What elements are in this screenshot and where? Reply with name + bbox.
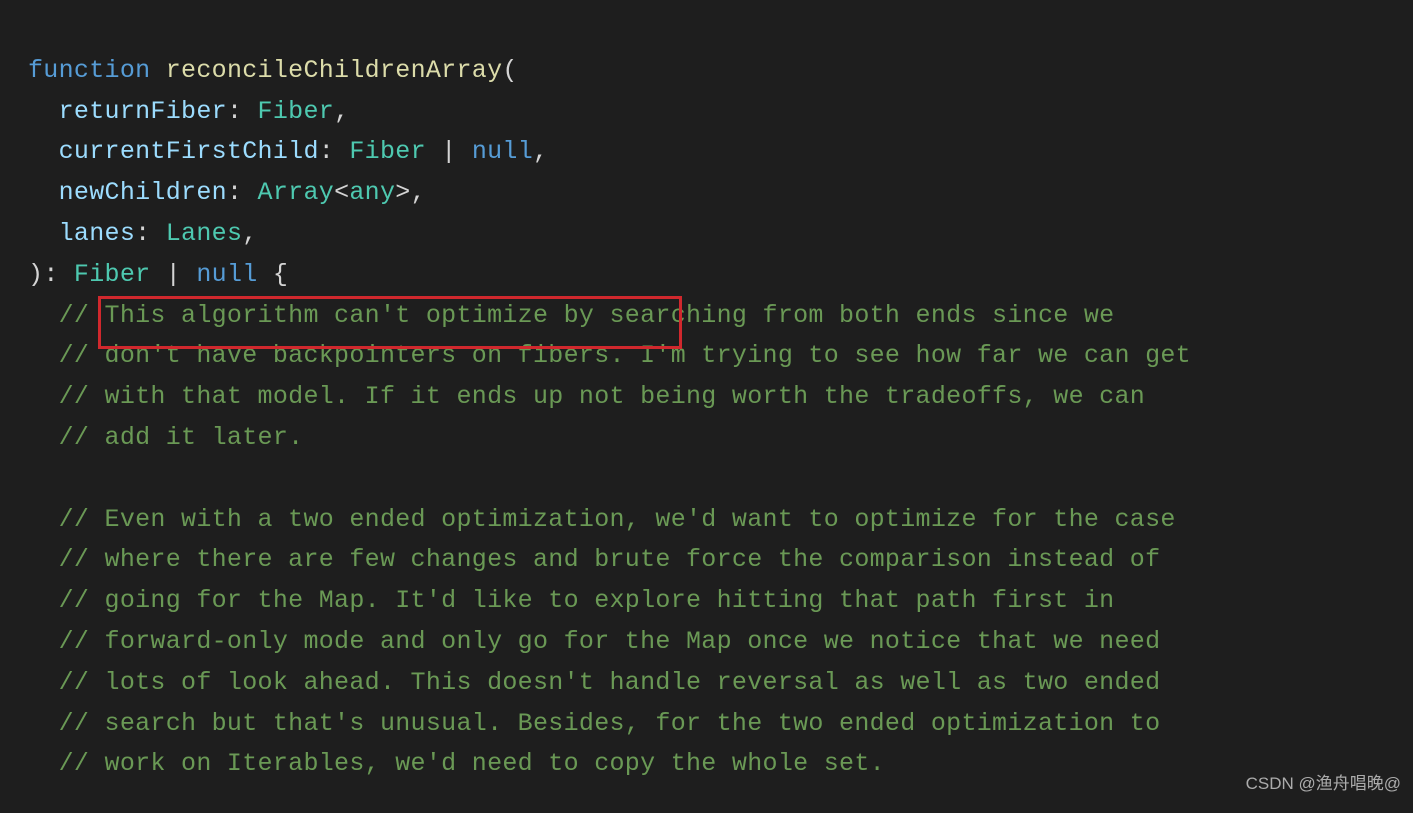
comment-line: // don't have backpointers on fibers. I'… (28, 341, 1191, 370)
watermark: CSDN @渔舟唱晚@ (1246, 764, 1401, 805)
comment-line: // where there are few changes and brute… (28, 545, 1160, 574)
param-returnFiber: returnFiber (59, 97, 227, 126)
comment-line: // with that model. If it ends up not be… (28, 382, 1145, 411)
param-lanes: lanes (59, 219, 136, 248)
comment-line: // work on Iterables, we'd need to copy … (28, 749, 885, 778)
comment-line: // going for the Map. It'd like to explo… (28, 586, 1114, 615)
code-block: function reconcileChildrenArray( returnF… (0, 0, 1413, 813)
comment-line: // add it later. (28, 423, 303, 452)
keyword-function: function (28, 56, 150, 85)
comment-line: // search but that's unusual. Besides, f… (28, 709, 1160, 738)
function-name: reconcileChildrenArray (166, 56, 503, 85)
comment-line: // forward-only mode and only go for the… (28, 627, 1160, 656)
param-currentFirstChild: currentFirstChild (59, 137, 319, 166)
comment-line: // Even with a two ended optimization, w… (28, 505, 1176, 534)
comment-line: // This algorithm can't optimize by sear… (28, 301, 1114, 330)
comment-line: // lots of look ahead. This doesn't hand… (28, 668, 1160, 697)
param-newChildren: newChildren (59, 178, 227, 207)
